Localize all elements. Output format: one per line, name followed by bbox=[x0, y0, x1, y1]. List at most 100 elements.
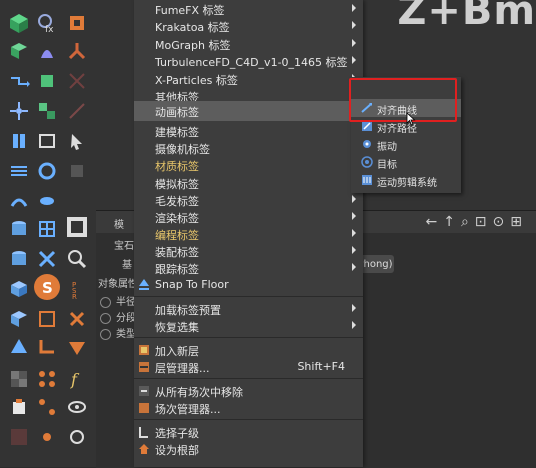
menu-label: 层管理器... bbox=[155, 362, 210, 375]
submenu-item-vibrate[interactable]: 振动 bbox=[351, 135, 461, 153]
particle-emitter-icon[interactable] bbox=[6, 98, 32, 124]
menu-item-remove-from-takes[interactable]: 从所有场次中移除 bbox=[134, 382, 363, 400]
menu-item-simulation-tags[interactable]: 模拟标签 bbox=[134, 174, 363, 192]
submenu-item-target[interactable]: 目标 bbox=[351, 153, 461, 171]
menu-item-programming-tags[interactable]: 编程标签 bbox=[134, 225, 363, 243]
menu-label: 编程标签 bbox=[155, 229, 199, 242]
cylinder-2-icon[interactable] bbox=[6, 246, 32, 272]
menu-item-take-manager[interactable]: 场次管理器... bbox=[134, 399, 363, 417]
menu-item-modeling-tags[interactable]: 建模标签 bbox=[134, 122, 363, 140]
menu-item-restore-selection[interactable]: 恢复选集 bbox=[134, 317, 363, 335]
menu-item-rigging-tags[interactable]: 装配标签 bbox=[134, 242, 363, 260]
submenu-arrow-icon bbox=[352, 212, 356, 220]
field-radius[interactable]: 半径 bbox=[100, 293, 136, 308]
disabled-tool-icon bbox=[64, 68, 90, 94]
menu-item-material-tags[interactable]: 材质标签 bbox=[134, 156, 363, 174]
radio-icon bbox=[100, 296, 111, 308]
tool-disabled-2-icon bbox=[64, 98, 90, 124]
menu-item-turbulencefd-tags[interactable]: TurbulenceFD_C4D_v1-0_1465 标签 bbox=[134, 52, 363, 70]
cube-object-icon[interactable] bbox=[6, 10, 32, 36]
spline-tool-icon[interactable] bbox=[6, 128, 32, 154]
magnifier-icon[interactable] bbox=[64, 246, 90, 272]
psr-icon[interactable]: PSR bbox=[64, 276, 90, 302]
checker-icon[interactable] bbox=[6, 366, 32, 392]
menu-label: 恢复选集 bbox=[155, 321, 199, 334]
menu-item-layer-manager[interactable]: 层管理器... Shift+F4 bbox=[134, 358, 363, 376]
spline-rect-icon[interactable] bbox=[34, 128, 60, 154]
lathe-icon[interactable] bbox=[34, 188, 60, 214]
ring-icon[interactable] bbox=[34, 158, 60, 184]
menu-item-krakatoa-tags[interactable]: Krakatoa 标签 bbox=[134, 17, 363, 35]
settings-icon[interactable]: ⊙ bbox=[493, 214, 511, 230]
field-segments[interactable]: 分段 bbox=[100, 309, 136, 324]
sculpt-s-icon[interactable]: S bbox=[34, 274, 60, 300]
bend-icon[interactable] bbox=[34, 334, 60, 360]
menu-label: 渲染标签 bbox=[155, 212, 199, 225]
fx-expression-icon[interactable]: fx bbox=[34, 10, 60, 36]
menu-label: 模拟标签 bbox=[155, 178, 199, 191]
cube-green-icon[interactable] bbox=[6, 38, 32, 64]
menu-item-camera-tags[interactable]: 摄像机标签 bbox=[134, 139, 363, 157]
menu-label: 从所有场次中移除 bbox=[155, 386, 243, 399]
align-tool-icon[interactable] bbox=[6, 158, 32, 184]
dots-3-icon[interactable] bbox=[34, 424, 60, 450]
menu-label: 选择子级 bbox=[155, 427, 199, 440]
deformer-blue-icon[interactable] bbox=[34, 38, 60, 64]
field-type[interactable]: 类型 bbox=[100, 325, 136, 340]
arrow-down-icon[interactable] bbox=[64, 334, 90, 360]
helix-icon[interactable] bbox=[6, 188, 32, 214]
pointer-icon[interactable] bbox=[64, 128, 90, 154]
submenu-arrow-icon bbox=[352, 39, 356, 47]
tool-orange-cube-icon[interactable] bbox=[64, 10, 90, 36]
menu-item-add-new-layer[interactable]: 加入新层 bbox=[134, 341, 363, 359]
menu-divider bbox=[134, 337, 363, 338]
light-icon[interactable] bbox=[64, 214, 90, 240]
submenu-arrow-icon bbox=[352, 263, 356, 271]
grid-array-icon[interactable] bbox=[34, 216, 60, 242]
menu-item-fumefx-tags[interactable]: FumeFX 标签 bbox=[134, 0, 363, 18]
dots-icon[interactable] bbox=[34, 366, 60, 392]
spline-arrow-icon[interactable] bbox=[6, 68, 32, 94]
menu-label: 设为根部 bbox=[155, 444, 199, 457]
cube-blue-2-icon[interactable] bbox=[6, 306, 32, 332]
cylinder-icon[interactable] bbox=[6, 216, 32, 242]
expand-icon[interactable]: ⊞ bbox=[510, 214, 528, 230]
submenu-arrow-icon bbox=[352, 56, 356, 64]
menu-item-xparticles-tags[interactable]: X-Particles 标签 bbox=[134, 70, 363, 88]
section-heading: 对象属性 bbox=[98, 279, 138, 290]
cube-dark-icon[interactable] bbox=[64, 158, 90, 184]
submenu-arrow-icon bbox=[352, 321, 356, 329]
eye-icon[interactable] bbox=[64, 394, 90, 420]
basic-tab[interactable]: 基 bbox=[122, 256, 132, 271]
cube-multi-icon[interactable] bbox=[34, 98, 60, 124]
align-to-spline-icon bbox=[361, 103, 372, 113]
gear-dots-icon[interactable] bbox=[64, 424, 90, 450]
menu-item-hair-tags[interactable]: 毛发标签 bbox=[134, 191, 363, 209]
submenu-item-motion-system[interactable]: 运动剪辑系统 bbox=[351, 171, 461, 189]
joint-icon[interactable] bbox=[64, 38, 90, 64]
menu-item-mograph-tags[interactable]: MoGraph 标签 bbox=[134, 35, 363, 53]
paint-bucket-icon[interactable] bbox=[6, 394, 32, 420]
menu-item-animation-tags[interactable]: 动画标签 bbox=[134, 101, 363, 121]
menu-item-render-tags[interactable]: 渲染标签 bbox=[134, 208, 363, 226]
select-children-icon bbox=[139, 427, 148, 438]
uv-edit-icon[interactable] bbox=[34, 306, 60, 332]
vibrate-icon bbox=[363, 140, 371, 148]
cube-green-2-icon[interactable] bbox=[34, 68, 60, 94]
up-arrow-icon[interactable]: ↑ bbox=[443, 214, 461, 230]
arrow-up-icon[interactable] bbox=[6, 334, 32, 360]
tab-mode[interactable]: 模 bbox=[114, 216, 124, 231]
search-icon[interactable]: ⌕ bbox=[461, 214, 475, 230]
lock-icon[interactable]: ⊡ bbox=[475, 214, 493, 230]
menu-item-load-tag-preset[interactable]: 加载标签预置 bbox=[134, 300, 363, 318]
menu-item-select-children[interactable]: 选择子级 bbox=[134, 423, 363, 441]
function-icon[interactable]: f bbox=[64, 366, 90, 392]
dots-2-icon[interactable] bbox=[34, 394, 60, 420]
menu-item-tracking-tags[interactable]: 跟踪标签 bbox=[134, 259, 363, 277]
menu-item-snap-to-floor[interactable]: Snap To Floor bbox=[134, 276, 363, 294]
scatter-icon[interactable] bbox=[34, 246, 60, 272]
close-x-icon[interactable] bbox=[64, 306, 90, 332]
back-arrow-icon[interactable]: ← bbox=[425, 214, 443, 230]
cube-blue-icon[interactable] bbox=[6, 276, 32, 302]
menu-item-set-as-root[interactable]: 设为根部 bbox=[134, 440, 363, 458]
